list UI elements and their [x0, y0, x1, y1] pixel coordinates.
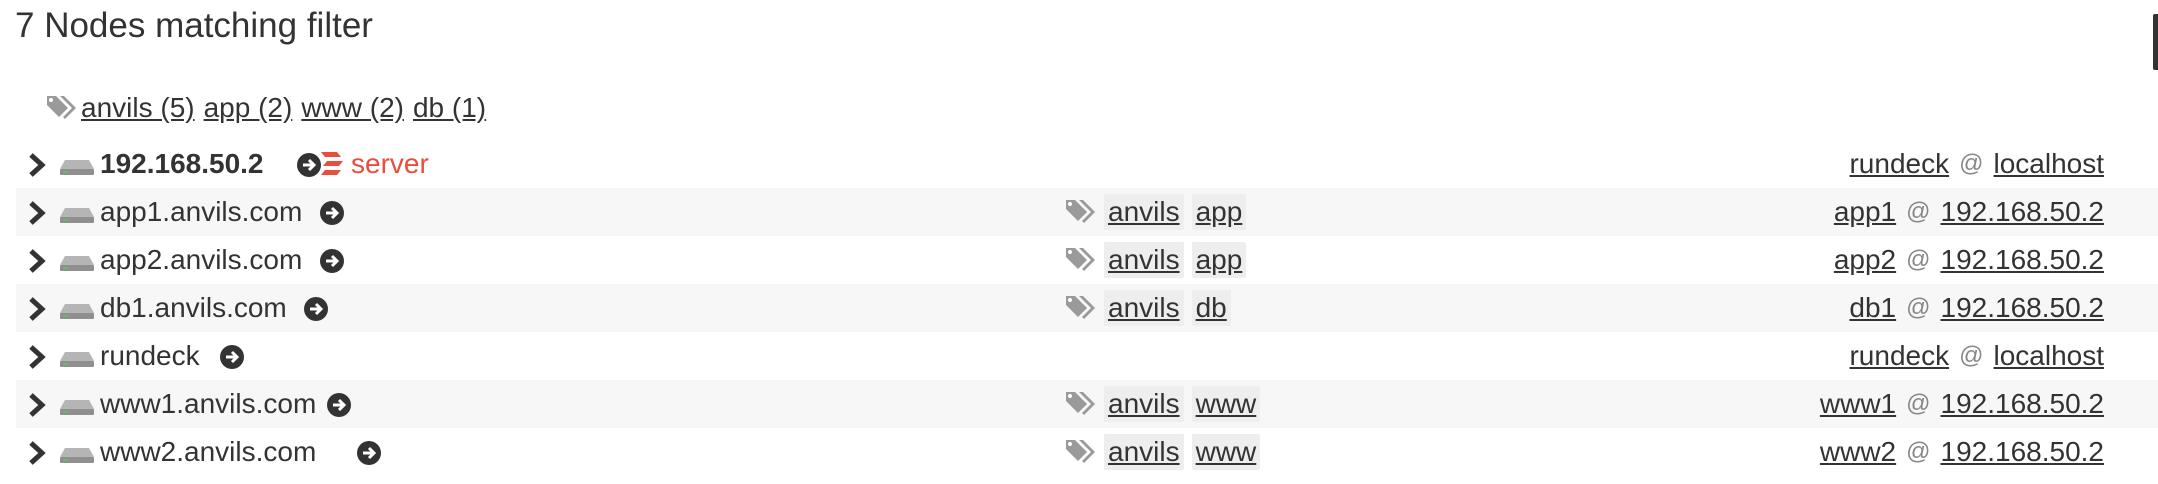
tag-filter-app[interactable]: app (2) [204, 92, 293, 124]
server-badge: server [319, 148, 429, 180]
at-symbol: @ [1959, 150, 1984, 177]
node-row: db1.anvils.com anvils db db1 @192.168.50.2 [16, 284, 2158, 332]
node-hostname-link[interactable]: localhost [1993, 340, 2104, 372]
tags-icon [1066, 440, 1095, 463]
chevron-right-icon[interactable] [26, 153, 48, 177]
node-name-link[interactable]: app1.anvils.com [100, 196, 302, 228]
arrow-circle-right-icon[interactable] [319, 200, 345, 226]
arrow-circle-right-icon[interactable] [319, 248, 345, 274]
node-name-link[interactable]: www2.anvils.com [100, 436, 316, 468]
at-symbol: @ [1906, 198, 1931, 225]
at-symbol: @ [1906, 390, 1931, 417]
node-username-link[interactable]: www1 [1820, 388, 1896, 420]
user-at-host: rundeck @ localhost [1849, 340, 2104, 372]
node-username-link[interactable]: www2 [1820, 436, 1896, 468]
server-badge-label: server [351, 148, 429, 179]
user-at-host: app2 @192.168.50.2 [1834, 244, 2104, 276]
tags-icon [47, 96, 76, 119]
user-at-host: www1 @192.168.50.2 [1820, 388, 2104, 420]
node-hostname-link[interactable]: 192.168.50.2 [1941, 388, 2105, 420]
tags-icon [1066, 200, 1095, 223]
node-tag[interactable]: anvils [1104, 242, 1184, 278]
node-name-link[interactable]: 192.168.50.2 [100, 148, 264, 180]
node-row: rundeck rundeck @ localhost [16, 332, 2158, 380]
node-name-link[interactable]: www1.anvils.com [100, 388, 316, 420]
user-at-host: db1 @192.168.50.2 [1849, 292, 2104, 324]
tag-summary: anvils (5) app (2) www (2) db (1) [45, 88, 495, 128]
tag-filter-www[interactable]: www (2) [301, 92, 404, 124]
hard-drive-icon [60, 352, 94, 367]
node-hostname-link[interactable]: 192.168.50.2 [1941, 292, 2105, 324]
hard-drive-icon [60, 256, 94, 271]
node-tag[interactable]: www [1191, 434, 1261, 470]
node-tags: anvils www [1064, 386, 1268, 422]
node-row: www2.anvils.com anvils www www2 @192.168.50.… [16, 428, 2158, 476]
node-tag[interactable]: anvils [1104, 290, 1184, 326]
node-tag[interactable]: db [1191, 290, 1231, 326]
rundeck-server-icon [321, 152, 343, 175]
user-at-host: app1 @192.168.50.2 [1834, 196, 2104, 228]
arrow-circle-right-icon[interactable] [326, 392, 352, 418]
chevron-right-icon[interactable] [26, 297, 48, 321]
node-tags: anvils app [1064, 242, 1254, 278]
node-tags: anvils db [1064, 290, 1239, 326]
node-table: 192.168.50.2 server rundeck @ localhost app1.… [16, 140, 2158, 476]
chevron-right-icon[interactable] [26, 249, 48, 273]
arrow-circle-right-icon[interactable] [303, 296, 329, 322]
node-name-link[interactable]: app2.anvils.com [100, 244, 302, 276]
node-username-link[interactable]: rundeck [1849, 148, 1949, 180]
node-username-link[interactable]: app1 [1834, 196, 1896, 228]
page-title: 7 Nodes matching filter [15, 6, 373, 45]
chevron-right-icon[interactable] [26, 201, 48, 225]
node-name-link[interactable]: db1.anvils.com [100, 292, 287, 324]
node-hostname-link[interactable]: localhost [1993, 148, 2104, 180]
node-tag[interactable]: anvils [1104, 386, 1184, 422]
arrow-circle-right-icon[interactable] [356, 440, 382, 466]
tag-filter-db[interactable]: db (1) [413, 92, 486, 124]
node-row: www1.anvils.com anvils www www1 @192.168.50.… [16, 380, 2158, 428]
node-username-link[interactable]: app2 [1834, 244, 1896, 276]
node-hostname-link[interactable]: 192.168.50.2 [1941, 436, 2105, 468]
at-symbol: @ [1906, 294, 1931, 321]
chevron-right-icon[interactable] [26, 393, 48, 417]
node-tag[interactable]: app [1191, 194, 1247, 230]
tags-icon [1066, 296, 1095, 319]
node-row: app1.anvils.com anvils app app1 @192.168.50.… [16, 188, 2158, 236]
arrow-circle-right-icon[interactable] [219, 344, 245, 370]
node-row: app2.anvils.com anvils app app2 @192.168.50.… [16, 236, 2158, 284]
hard-drive-icon [60, 304, 94, 319]
node-hostname-link[interactable]: 192.168.50.2 [1941, 196, 2105, 228]
edge-scroll-indicator [2153, 14, 2158, 70]
node-tag[interactable]: anvils [1104, 434, 1184, 470]
at-symbol: @ [1906, 246, 1931, 273]
tags-icon [1066, 392, 1095, 415]
tags-icon [1066, 248, 1095, 271]
chevron-right-icon[interactable] [26, 345, 48, 369]
node-tag[interactable]: anvils [1104, 194, 1184, 230]
node-username-link[interactable]: rundeck [1849, 340, 1949, 372]
node-tag[interactable]: www [1191, 386, 1261, 422]
hard-drive-icon [60, 160, 94, 175]
node-tags: anvils www [1064, 434, 1268, 470]
node-hostname-link[interactable]: 192.168.50.2 [1941, 244, 2105, 276]
user-at-host: www2 @192.168.50.2 [1820, 436, 2104, 468]
node-username-link[interactable]: db1 [1849, 292, 1896, 324]
user-at-host: rundeck @ localhost [1849, 148, 2104, 180]
node-tag[interactable]: app [1191, 242, 1247, 278]
hard-drive-icon [60, 448, 94, 463]
node-tags: anvils app [1064, 194, 1254, 230]
hard-drive-icon [60, 208, 94, 223]
tag-filter-anvils[interactable]: anvils (5) [81, 92, 195, 124]
at-symbol: @ [1959, 342, 1984, 369]
node-name-link[interactable]: rundeck [100, 340, 200, 372]
at-symbol: @ [1906, 438, 1931, 465]
chevron-right-icon[interactable] [26, 441, 48, 465]
node-row: 192.168.50.2 server rundeck @ localhost [16, 140, 2158, 188]
hard-drive-icon [60, 400, 94, 415]
